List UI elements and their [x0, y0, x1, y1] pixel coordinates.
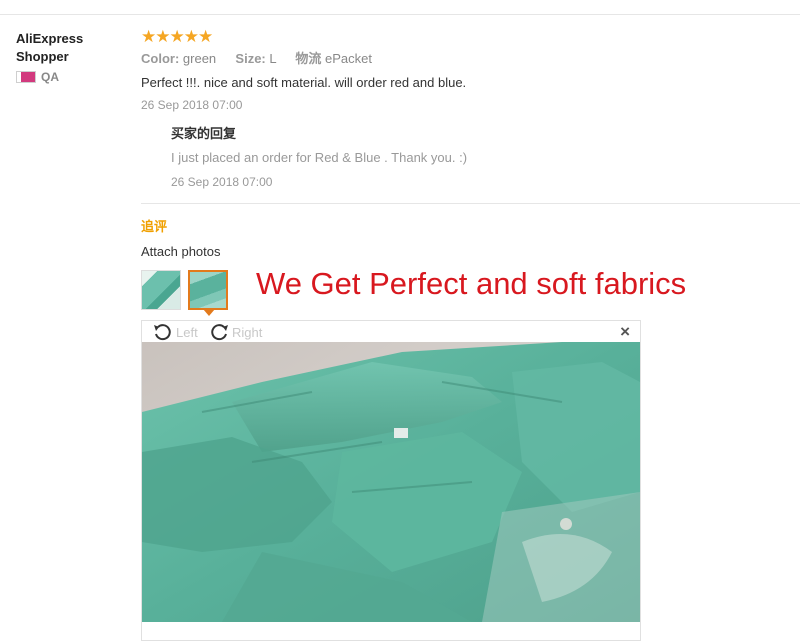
product-attributes: Color: green Size: L 物流 ePacket: [141, 51, 800, 67]
star-rating: ★★★★★: [141, 27, 213, 46]
rotate-left-button[interactable]: Left: [152, 321, 198, 343]
rotate-right-icon: [211, 324, 228, 341]
annotation-text: We Get Perfect and soft fabrics: [256, 266, 687, 301]
shipping-label: 物流: [295, 51, 322, 66]
size-label: Size:: [235, 51, 266, 66]
photo-viewer: Left Right ×: [141, 320, 641, 641]
selected-thumb-caret-icon: [203, 309, 215, 316]
size-value: L: [269, 51, 277, 66]
close-icon[interactable]: ×: [620, 323, 630, 341]
review-date: 26 Sep 2018 07:00: [141, 98, 243, 112]
flag-icon: [16, 71, 36, 83]
rotate-left-icon: [154, 324, 171, 341]
review-text: Perfect !!!. nice and soft material. wil…: [141, 75, 467, 90]
color-value: green: [182, 51, 217, 66]
reply-date: 26 Sep 2018 07:00: [171, 175, 273, 189]
attach-photos-label: Attach photos: [141, 244, 221, 259]
reviewer-country: QA: [16, 70, 126, 84]
rotate-right-label: Right: [232, 324, 263, 340]
reviewer-info: AliExpress Shopper QA: [16, 30, 126, 84]
followup-label: 追评: [141, 219, 168, 234]
reviewer-name: AliExpress Shopper: [16, 31, 84, 64]
fabric-photo: [142, 342, 640, 622]
country-code: QA: [41, 70, 59, 84]
photo-thumbnail-2-selected[interactable]: [188, 270, 228, 310]
top-divider: [0, 14, 800, 15]
followup-divider: [141, 203, 800, 204]
rotate-left-label: Left: [176, 324, 198, 340]
buyer-reply: 买家的回复 I just placed an order for Red & B…: [171, 126, 800, 190]
photo-thumbnail-1[interactable]: [141, 270, 181, 310]
shipping-value: ePacket: [325, 51, 372, 66]
reply-title: 买家的回复: [171, 126, 237, 141]
rotate-right-button[interactable]: Right: [208, 321, 262, 343]
viewer-toolbar: Left Right ×: [142, 321, 640, 343]
review-block: ★★★★★ Color: green Size: L 物流 ePacket Pe…: [141, 28, 800, 190]
reply-text: I just placed an order for Red & Blue . …: [171, 150, 468, 165]
color-label: Color:: [141, 51, 180, 66]
